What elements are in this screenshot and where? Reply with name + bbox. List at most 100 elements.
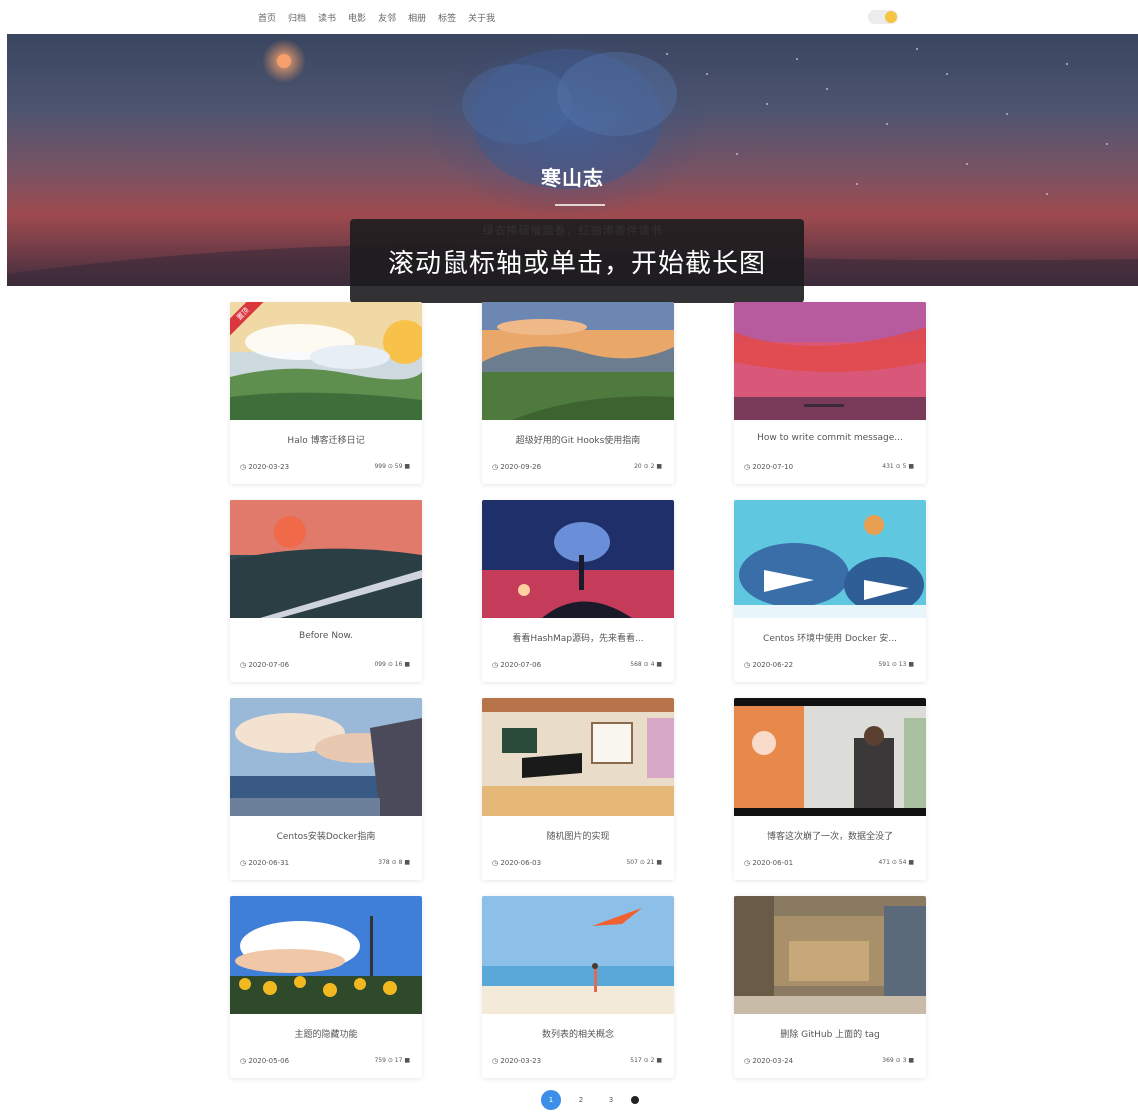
post-date-value: 2020-03-23 — [248, 463, 290, 471]
post-stats-value: 378 ⊙ 8 — [378, 859, 403, 866]
nav-tags[interactable]: 标签 — [438, 11, 456, 24]
post-card[interactable]: How to write commit message... ◷ 2020-07… — [734, 302, 926, 484]
comment-icon: ■ — [656, 859, 662, 866]
post-card[interactable]: 主题的隐藏功能 ◷ 2020-05-06 759 ⊙ 17 ■ — [230, 896, 422, 1078]
post-title[interactable]: 看看HashMap源码，先来看看... — [488, 631, 668, 644]
post-cover-image — [230, 896, 422, 1014]
nav-movies[interactable]: 电影 — [348, 11, 366, 24]
post-date: ◷ 2020-03-23 — [492, 1057, 542, 1065]
post-card[interactable]: Centos安装Docker指南 ◷ 2020-06-31 378 ⊙ 8 ■ — [230, 698, 422, 880]
post-stats-value: 759 ⊙ 17 — [374, 1057, 403, 1064]
site-title: 寒山志 — [541, 166, 604, 190]
post-stats: 099 ⊙ 16 ■ — [374, 661, 410, 668]
title-divider — [555, 204, 605, 206]
post-date: ◷ 2020-06-31 — [240, 859, 290, 867]
post-title[interactable]: 超级好用的Git Hooks使用指南 — [488, 433, 668, 446]
post-cover-image — [734, 500, 926, 618]
post-stats: 431 ⊙ 5 ■ — [882, 463, 914, 470]
post-cover-image — [230, 302, 422, 420]
comment-icon: ■ — [404, 859, 410, 866]
post-card[interactable]: 置顶 Halo 博客迁移日记 ◷ 2020-03-23 999 ⊙ 59 ■ — [230, 302, 422, 484]
post-stats: 369 ⊙ 3 ■ — [882, 1057, 914, 1064]
post-cover-image — [482, 896, 674, 1014]
post-card[interactable]: Centos 环境中使用 Docker 安... ◷ 2020-06-22 59… — [734, 500, 926, 682]
post-stats: 20 ⊙ 2 ■ — [634, 463, 662, 470]
comment-icon: ■ — [404, 1057, 410, 1064]
post-stats: 507 ⊙ 21 ■ — [626, 859, 662, 866]
post-title[interactable]: Centos安装Docker指南 — [236, 829, 416, 842]
nav-photos[interactable]: 相册 — [408, 11, 426, 24]
post-title[interactable]: Halo 博客迁移日记 — [236, 433, 416, 446]
post-stats-value: 20 ⊙ 2 — [634, 463, 655, 470]
post-cover-image — [482, 500, 674, 618]
nav-about[interactable]: 关于我 — [468, 11, 495, 24]
post-stats: 517 ⊙ 2 ■ — [630, 1057, 662, 1064]
post-stats-value: 568 ⊙ 4 — [630, 661, 655, 668]
nav-home[interactable]: 首页 — [258, 11, 276, 24]
post-title[interactable]: 删除 GitHub 上面的 tag — [740, 1027, 920, 1040]
nav-archive[interactable]: 归档 — [288, 11, 306, 24]
post-date-value: 2020-03-23 — [500, 1057, 542, 1065]
post-cover-image — [230, 500, 422, 618]
post-stats: 999 ⊙ 59 ■ — [374, 463, 410, 470]
post-title[interactable]: 主题的隐藏功能 — [236, 1027, 416, 1040]
comment-icon: ■ — [656, 1057, 662, 1064]
post-card[interactable]: 博客这次崩了一次，数据全没了 ◷ 2020-06-01 471 ⊙ 54 ■ — [734, 698, 926, 880]
post-date: ◷ 2020-03-23 — [240, 463, 290, 471]
theme-toggle[interactable] — [868, 10, 898, 24]
post-stats-value: 431 ⊙ 5 — [882, 463, 907, 470]
nav-links: 首页 归档 读书 电影 友邻 相册 标签 关于我 — [258, 11, 495, 24]
page-1-button[interactable]: 1 — [541, 1090, 561, 1110]
comment-icon: ■ — [656, 661, 662, 668]
post-card[interactable]: 看看HashMap源码，先来看看... ◷ 2020-07-06 568 ⊙ 4… — [482, 500, 674, 682]
comment-icon: ■ — [656, 463, 662, 470]
post-date-value: 2020-06-03 — [500, 859, 542, 867]
post-title[interactable]: Centos 环境中使用 Docker 安... — [740, 631, 920, 644]
post-date-value: 2020-07-10 — [752, 463, 794, 471]
post-cover-image — [734, 896, 926, 1014]
nav-books[interactable]: 读书 — [318, 11, 336, 24]
post-stats-value: 369 ⊙ 3 — [882, 1057, 907, 1064]
post-date: ◷ 2020-07-06 — [492, 661, 542, 669]
comment-icon: ■ — [908, 661, 914, 668]
post-date-value: 2020-07-06 — [500, 661, 542, 669]
post-card[interactable]: 删除 GitHub 上面的 tag ◷ 2020-03-24 369 ⊙ 3 ■ — [734, 896, 926, 1078]
post-title[interactable]: 数列表的相关概念 — [488, 1027, 668, 1040]
post-cover-image — [230, 698, 422, 816]
post-title[interactable]: How to write commit message... — [740, 433, 920, 443]
page-2-button[interactable]: 2 — [571, 1090, 591, 1110]
post-card[interactable]: 超级好用的Git Hooks使用指南 ◷ 2020-09-26 20 ⊙ 2 ■ — [482, 302, 674, 484]
comment-icon: ■ — [404, 463, 410, 470]
comment-icon: ■ — [908, 859, 914, 866]
post-stats: 378 ⊙ 8 ■ — [378, 859, 410, 866]
post-stats-value: 099 ⊙ 16 — [374, 661, 403, 668]
post-card[interactable]: Before Now. ◷ 2020-07-06 099 ⊙ 16 ■ — [230, 500, 422, 682]
screenshot-tip-overlay[interactable]: 滚动鼠标轴或单击，开始截长图 — [350, 219, 804, 303]
next-page-dot-icon[interactable] — [631, 1096, 639, 1104]
post-date-value: 2020-09-26 — [500, 463, 542, 471]
post-date: ◷ 2020-07-06 — [240, 661, 290, 669]
post-stats-value: 507 ⊙ 21 — [626, 859, 655, 866]
post-date-value: 2020-03-24 — [752, 1057, 794, 1065]
post-title[interactable]: Before Now. — [236, 631, 416, 641]
post-card[interactable]: 数列表的相关概念 ◷ 2020-03-23 517 ⊙ 2 ■ — [482, 896, 674, 1078]
top-nav: 首页 归档 读书 电影 友邻 相册 标签 关于我 — [0, 0, 1138, 34]
post-stats-value: 471 ⊙ 54 — [878, 859, 907, 866]
post-date-value: 2020-05-06 — [248, 1057, 290, 1065]
post-title[interactable]: 随机图片的实现 — [488, 829, 668, 842]
post-title[interactable]: 博客这次崩了一次，数据全没了 — [740, 829, 920, 842]
post-date: ◷ 2020-03-24 — [744, 1057, 794, 1065]
post-cover-image — [482, 302, 674, 420]
post-date: ◷ 2020-06-22 — [744, 661, 794, 669]
post-stats: 568 ⊙ 4 ■ — [630, 661, 662, 668]
pagination: 1 2 3 — [541, 1090, 639, 1110]
post-stats: 471 ⊙ 54 ■ — [878, 859, 914, 866]
post-card[interactable]: 随机图片的实现 ◷ 2020-06-03 507 ⊙ 21 ■ — [482, 698, 674, 880]
post-stats: 759 ⊙ 17 ■ — [374, 1057, 410, 1064]
post-date: ◷ 2020-06-03 — [492, 859, 542, 867]
post-date: ◷ 2020-07-10 — [744, 463, 794, 471]
page-3-button[interactable]: 3 — [601, 1090, 621, 1110]
nav-friends[interactable]: 友邻 — [378, 11, 396, 24]
sun-icon — [885, 11, 897, 23]
post-date-value: 2020-06-22 — [752, 661, 794, 669]
